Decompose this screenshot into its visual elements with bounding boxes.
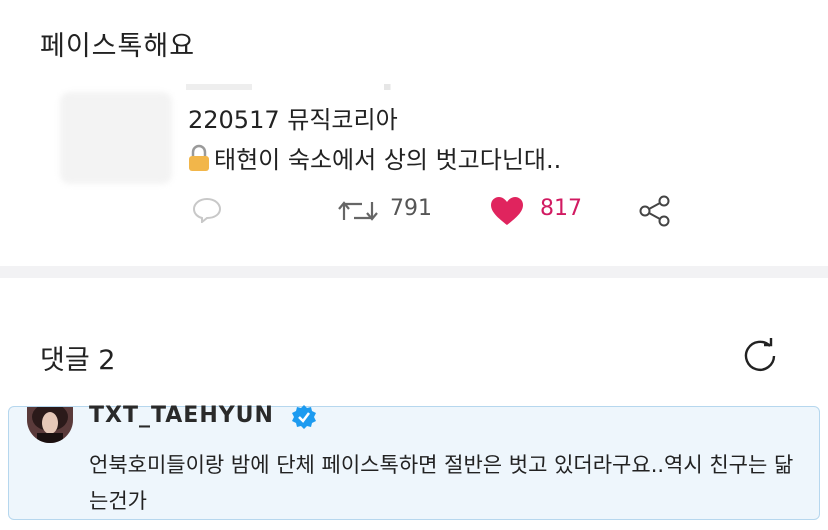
heart-icon[interactable] [490, 196, 524, 230]
tweet-top-artifact [186, 84, 516, 90]
section-divider [0, 266, 828, 278]
like-count: 817 [540, 196, 582, 221]
tweet-actions: 791 817 [0, 193, 828, 229]
page-title: 페이스톡해요 [40, 31, 196, 62]
comment-text: 언북호미들이랑 밤에 단체 페이스톡하면 절반은 벗고 있더라구요..역시 친구… [89, 453, 794, 513]
verified-badge-icon [291, 404, 317, 434]
tweet-line-2: 태현이 숙소에서 상의 벗고다닌대.. [188, 140, 561, 175]
refresh-icon[interactable] [740, 336, 780, 380]
share-icon[interactable] [638, 195, 672, 231]
tweet-avatar [60, 92, 172, 184]
lock-icon [188, 144, 210, 172]
comment-item: TXT_TAEHYUN 언북호미들이랑 밤에 단체 페이스톡하면 절반은 벗고 … [8, 403, 820, 520]
retweet-icon[interactable] [338, 198, 378, 228]
avatar[interactable] [27, 407, 73, 443]
tweet-line-1: 220517 뮤직코리아 [188, 106, 398, 134]
comment-author[interactable]: TXT_TAEHYUN [89, 403, 274, 428]
retweet-count: 791 [390, 196, 432, 221]
comments-heading: 댓글 2 [40, 345, 116, 376]
tweet-text: 태현이 숙소에서 상의 벗고다닌대.. [214, 146, 562, 174]
reply-icon[interactable] [192, 197, 222, 227]
